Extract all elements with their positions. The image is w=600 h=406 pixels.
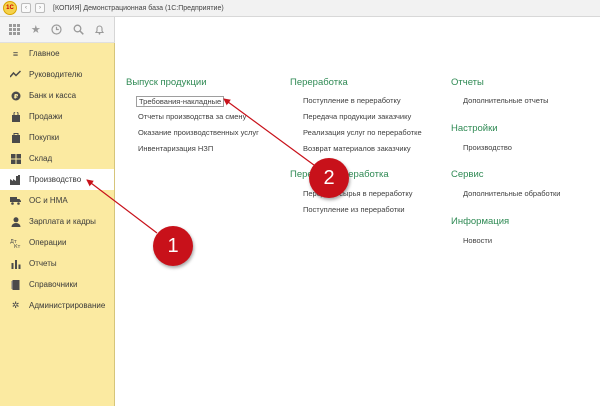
sidebar-item-otchety[interactable]: Отчеты bbox=[0, 253, 114, 274]
sidebar-item-prodazhi[interactable]: Продажи bbox=[0, 106, 114, 127]
link-inventarizaciya-nzp[interactable]: Инвентаризация НЗП bbox=[138, 144, 213, 153]
svg-text:Кт: Кт bbox=[14, 244, 21, 248]
group-title-servis: Сервис bbox=[451, 169, 484, 180]
truck-icon bbox=[10, 195, 21, 206]
link-vozvrat-materialov[interactable]: Возврат материалов заказчику bbox=[303, 144, 411, 153]
sidebar-item-label: Покупки bbox=[29, 133, 60, 142]
bank-icon: ₽ bbox=[10, 90, 21, 101]
sidebar-item-proizvodstvo[interactable]: Производство bbox=[0, 169, 114, 190]
sidebar-item-os-nma[interactable]: ОС и НМА bbox=[0, 190, 114, 211]
annotation-badge-2: 2 bbox=[309, 158, 349, 198]
history-icon[interactable] bbox=[49, 22, 65, 38]
person-icon bbox=[10, 216, 21, 227]
link-otchety-proizvodstva[interactable]: Отчеты производства за смену bbox=[138, 112, 246, 121]
link-realizaciya-uslug[interactable]: Реализация услуг по переработке bbox=[303, 128, 422, 137]
sidebar-item-pokupki[interactable]: Покупки bbox=[0, 127, 114, 148]
sidebar-item-label: Главное bbox=[29, 49, 60, 58]
link-postuplenie-v-pererabotku[interactable]: Поступление в переработку bbox=[303, 96, 401, 105]
link-novosti[interactable]: Новости bbox=[463, 236, 492, 245]
sidebar-item-glavnoe[interactable]: ≡ Главное bbox=[0, 43, 114, 64]
sidebar-item-bank[interactable]: ₽ Банк и касса bbox=[0, 85, 114, 106]
book-icon bbox=[10, 279, 21, 290]
star-icon[interactable]: ★ bbox=[28, 22, 44, 38]
toolbar-strip bbox=[115, 17, 600, 43]
sidebar-item-label: Склад bbox=[29, 154, 53, 163]
sidebar-item-label: Справочники bbox=[29, 280, 78, 289]
sidebar-item-sklad[interactable]: Склад bbox=[0, 148, 114, 169]
sidebar-item-rukovoditelyu[interactable]: Руководителю bbox=[0, 64, 114, 85]
sidebar-item-label: ОС и НМА bbox=[29, 196, 68, 205]
sidebar-item-label: Отчеты bbox=[29, 259, 57, 268]
trend-icon bbox=[10, 69, 21, 80]
forward-button[interactable]: › bbox=[35, 3, 45, 13]
gear-icon: ✲ bbox=[11, 300, 20, 310]
title-bar: 1С ‹ › [КОПИЯ] Демонстрационная база (1С… bbox=[0, 0, 600, 17]
sidebar-item-label: Банк и касса bbox=[29, 91, 77, 100]
sales-icon bbox=[10, 111, 21, 122]
app-logo-icon: 1С bbox=[3, 1, 17, 15]
logo-text: 1С bbox=[6, 5, 14, 11]
operations-icon: Дт Кт bbox=[10, 237, 21, 248]
sidebar-item-label: Администрирование bbox=[29, 301, 106, 310]
group-title-pererabotka: Переработка bbox=[290, 77, 348, 88]
sidebar-item-label: Продажи bbox=[29, 112, 63, 121]
sections-sidebar: ≡ Главное Руководителю ₽ Банк и касса Пр… bbox=[0, 43, 115, 406]
report-icon bbox=[10, 258, 21, 269]
group-title-nastroiki: Настройки bbox=[451, 123, 498, 134]
group-title-informaciya: Информация bbox=[451, 216, 510, 227]
sidebar-item-label: Производство bbox=[29, 175, 82, 184]
window-title: [КОПИЯ] Демонстрационная база (1С:Предпр… bbox=[53, 4, 224, 12]
cart-icon bbox=[10, 132, 21, 143]
sidebar-item-administrirovanie[interactable]: ✲ Администрирование bbox=[0, 295, 114, 316]
link-trebovaniya-nakladnye[interactable]: Требования-накладные bbox=[136, 96, 225, 107]
sidebar-item-spravochniki[interactable]: Справочники bbox=[0, 274, 114, 295]
back-button[interactable]: ‹ bbox=[21, 3, 31, 13]
factory-icon bbox=[10, 174, 21, 185]
link-dopolnitelnye-obrabotki[interactable]: Дополнительные обработки bbox=[463, 189, 560, 198]
apps-icon[interactable] bbox=[7, 22, 23, 38]
link-dopolnitelnye-otchety[interactable]: Дополнительные отчеты bbox=[463, 96, 549, 105]
link-postuplenie-iz-pererabotki[interactable]: Поступление из переработки bbox=[303, 205, 405, 214]
link-nastroiki-proizvodstvo[interactable]: Производство bbox=[463, 143, 512, 152]
search-icon[interactable] bbox=[70, 22, 86, 38]
group-title-otchety: Отчеты bbox=[451, 77, 484, 88]
section-panel: Выпуск продукции Требования-накладные От… bbox=[115, 43, 600, 406]
svg-text:₽: ₽ bbox=[13, 92, 18, 100]
group-title-vypusk: Выпуск продукции bbox=[126, 77, 207, 88]
sidebar-item-label: Руководителю bbox=[29, 70, 83, 79]
home-icon: ≡ bbox=[12, 48, 19, 59]
link-peredacha-produkcii[interactable]: Передача продукции заказчику bbox=[303, 112, 411, 121]
sidebar-item-label: Зарплата и кадры bbox=[29, 217, 96, 226]
sidebar-item-zarplata[interactable]: Зарплата и кадры bbox=[0, 211, 114, 232]
annotation-badge-1: 1 bbox=[153, 226, 193, 266]
sidebar-item-label: Операции bbox=[29, 238, 67, 247]
bell-icon[interactable] bbox=[91, 22, 107, 38]
top-toolbar: ★ bbox=[0, 17, 115, 43]
link-okazanie-uslug[interactable]: Оказание производственных услуг bbox=[138, 128, 259, 137]
sidebar-item-operacii[interactable]: Дт Кт Операции bbox=[0, 232, 114, 253]
warehouse-icon bbox=[10, 153, 21, 164]
